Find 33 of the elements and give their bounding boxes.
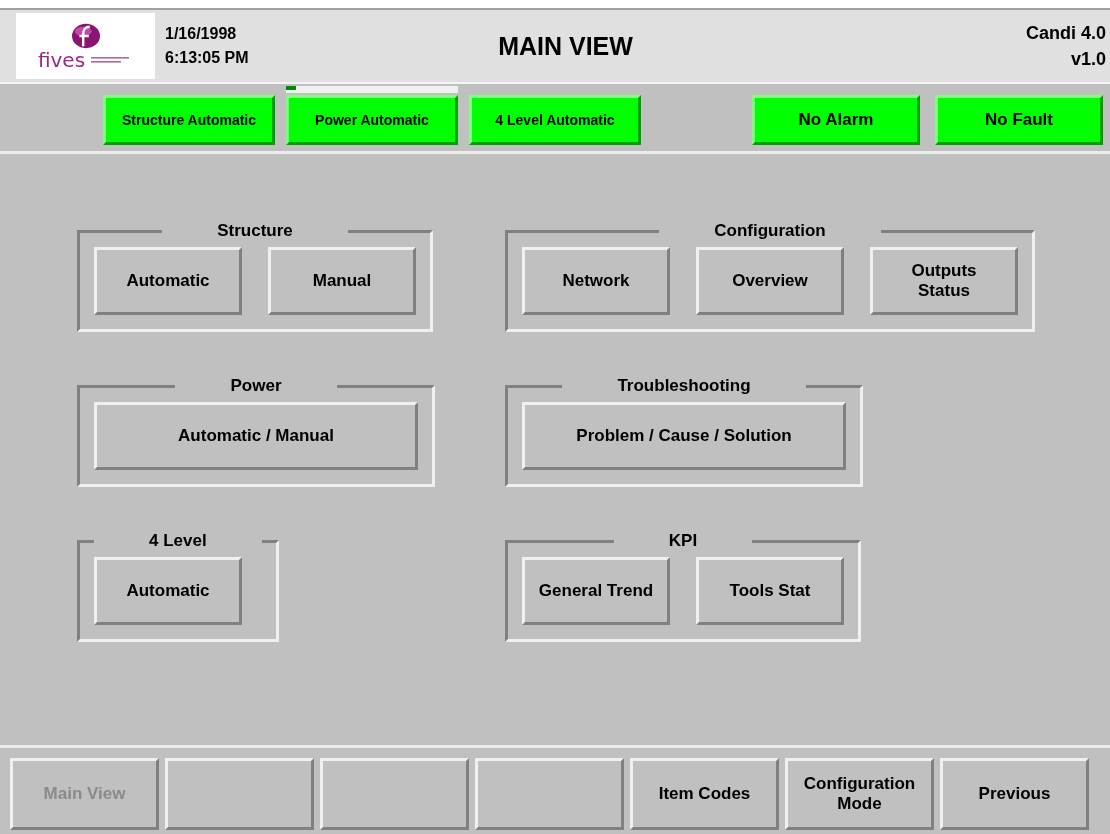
group-title: Configuration <box>713 221 827 241</box>
product-name: Candi 4.0 <box>1025 22 1106 45</box>
menu-button[interactable]: Manual <box>268 247 416 315</box>
status-indicator: No Alarm <box>752 95 920 145</box>
date-text: 1/16/1998 <box>165 24 238 44</box>
menu-button[interactable]: Outputs Status <box>870 247 1018 315</box>
time-text: 6:13:05 PM <box>165 48 250 68</box>
menu-button[interactable]: Problem / Cause / Solution <box>522 402 846 470</box>
status-indicator: 4 Level Automatic <box>469 95 641 145</box>
group-title: Troubleshooting <box>616 376 752 396</box>
menu-button[interactable]: Automatic / Manual <box>94 402 418 470</box>
menu-button[interactable]: Automatic <box>94 557 242 625</box>
group-title: Structure <box>216 221 294 241</box>
group-title: KPI <box>667 531 699 551</box>
menu-button[interactable]: General Trend <box>522 557 670 625</box>
group-title: Power <box>229 376 283 396</box>
menu-button[interactable]: Automatic <box>94 247 242 315</box>
blank-button[interactable] <box>320 758 469 830</box>
menu-button[interactable]: Overview <box>696 247 844 315</box>
window-title: MAIN VIEW <box>497 31 634 61</box>
nav-button[interactable]: Item Codes <box>630 758 779 830</box>
blank-button[interactable] <box>165 758 314 830</box>
group-title: 4 Level <box>148 531 208 551</box>
menu-button[interactable]: Network <box>522 247 670 315</box>
blank-button[interactable] <box>475 758 624 830</box>
menu-button[interactable]: Tools Stat <box>696 557 844 625</box>
logo-text: fives <box>37 50 86 70</box>
status-indicator: Power Automatic <box>286 95 458 145</box>
nav-button[interactable]: Configuration Mode <box>785 758 934 830</box>
status-indicator: No Fault <box>935 95 1103 145</box>
status-indicator: Structure Automatic <box>103 95 275 145</box>
version-text: v1.0 <box>1069 48 1106 71</box>
nav-button[interactable]: Previous <box>940 758 1089 830</box>
